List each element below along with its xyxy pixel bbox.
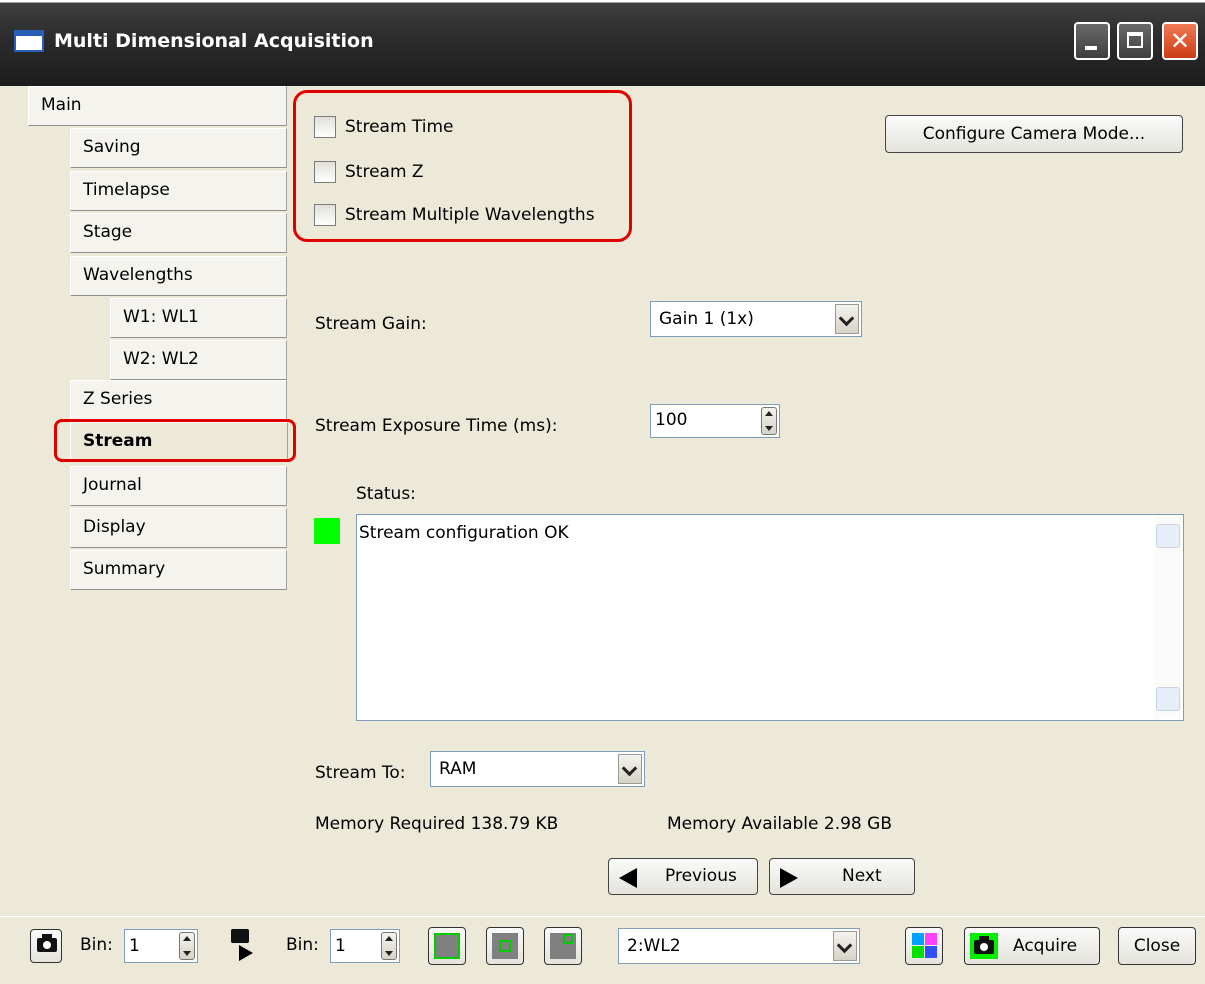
wavelength-value: 2:WL2 — [627, 936, 681, 956]
stream-gain-value: Gain 1 (1x) — [659, 309, 754, 329]
tab-label: W1: WL1 — [123, 307, 199, 327]
tab-label: Timelapse — [83, 180, 170, 200]
spinner-arrows-icon[interactable] — [761, 407, 777, 435]
memory-available: Memory Available 2.98 GB — [667, 814, 892, 834]
acquire-label: Acquire — [1013, 936, 1078, 956]
stream-multiple-wavelengths-checkbox[interactable] — [314, 204, 336, 226]
roi-box-icon — [563, 934, 573, 944]
stream-time-label: Stream Time — [345, 117, 454, 137]
bottom-toolbar: Bin: 1 Bin: 1 2:WL2 Acquire Close — [0, 916, 1205, 984]
next-button[interactable]: Next — [769, 858, 915, 895]
wavelength-select[interactable]: 2:WL2 — [618, 928, 860, 964]
close-window-button[interactable]: ✕ — [1162, 22, 1198, 60]
close-button[interactable]: Close — [1118, 927, 1196, 965]
tab-label: Z Series — [83, 389, 153, 409]
bin-value-2: 1 — [335, 936, 346, 956]
tab-label: Wavelengths — [83, 265, 193, 285]
minimize-button[interactable] — [1074, 22, 1110, 60]
bin-label-2: Bin: — [286, 935, 319, 955]
tab-stage[interactable]: Stage — [70, 213, 287, 253]
stream-gain-label: Stream Gain: — [315, 314, 427, 334]
center-roi-button[interactable] — [486, 927, 524, 965]
spinner-arrows-icon[interactable] — [381, 932, 397, 960]
previous-button[interactable]: Previous — [608, 858, 758, 895]
tab-w1-wl1[interactable]: W1: WL1 — [110, 298, 287, 338]
stream-time-checkbox[interactable] — [314, 116, 336, 138]
arrow-right-icon — [780, 868, 798, 888]
camera-icon — [37, 934, 57, 952]
stream-z-label: Stream Z — [345, 162, 424, 182]
scroll-up-icon[interactable] — [1156, 524, 1180, 548]
tab-w2-wl2[interactable]: W2: WL2 — [110, 340, 287, 380]
tab-label: Main — [41, 95, 82, 115]
stream-to-label: Stream To: — [315, 763, 406, 783]
status-text: Stream configuration OK — [359, 523, 569, 543]
stream-to-value: RAM — [439, 759, 477, 779]
previous-label: Previous — [665, 866, 737, 886]
tab-timelapse[interactable]: Timelapse — [70, 171, 287, 211]
configure-camera-mode-button[interactable]: Configure Camera Mode... — [885, 115, 1183, 153]
tab-label: Saving — [83, 137, 141, 157]
stream-tab-highlight — [54, 419, 296, 462]
color-overlay-button[interactable] — [905, 927, 943, 965]
status-scrollbar[interactable] — [1154, 516, 1182, 719]
status-textbox[interactable]: Stream configuration OK — [356, 514, 1184, 721]
acquisition-window: Multi Dimensional Acquisition ✕ Main Sav… — [0, 0, 1205, 984]
tab-saving[interactable]: Saving — [70, 128, 287, 168]
chevron-down-icon[interactable] — [833, 931, 857, 961]
chevron-down-icon[interactable] — [618, 754, 642, 784]
bin-value-1: 1 — [129, 936, 140, 956]
play-icon — [239, 945, 253, 961]
scroll-down-icon[interactable] — [1156, 687, 1180, 711]
close-icon: ✕ — [1169, 27, 1191, 55]
tab-journal[interactable]: Journal — [70, 466, 287, 506]
arrow-left-icon — [619, 868, 637, 888]
next-label: Next — [842, 866, 882, 886]
corner-roi-button[interactable] — [544, 927, 582, 965]
stream-exposure-value: 100 — [655, 410, 688, 430]
tab-label: Journal — [83, 475, 142, 495]
stream-gain-select[interactable]: Gain 1 (1x) — [650, 301, 862, 337]
memory-required: Memory Required 138.79 KB — [315, 814, 559, 834]
tab-z-series[interactable]: Z Series — [70, 380, 287, 420]
stream-to-select[interactable]: RAM — [430, 751, 645, 787]
window-title: Multi Dimensional Acquisition — [54, 30, 374, 52]
tab-label: Summary — [83, 559, 166, 579]
snap-camera-button[interactable] — [30, 929, 62, 963]
roi-box-icon — [499, 940, 511, 952]
bin-input-1[interactable]: 1 — [124, 929, 198, 963]
title-bar[interactable]: Multi Dimensional Acquisition ✕ — [0, 0, 1205, 86]
full-frame-icon — [434, 933, 460, 959]
tab-main[interactable]: Main — [28, 86, 287, 126]
maximize-button[interactable] — [1117, 22, 1153, 60]
tab-label: Stage — [83, 222, 133, 242]
live-stream-button[interactable] — [227, 927, 263, 965]
acquire-camera-icon — [970, 933, 998, 959]
stream-multiple-wavelengths-label: Stream Multiple Wavelengths — [345, 205, 595, 225]
app-window-icon — [14, 30, 44, 52]
status-indicator — [314, 518, 340, 544]
bin-label-1: Bin: — [80, 935, 113, 955]
tab-summary[interactable]: Summary — [70, 550, 287, 590]
acquire-button[interactable]: Acquire — [964, 927, 1100, 965]
window-body: Main Saving Timelapse Stage Wavelengths … — [0, 86, 1205, 984]
stream-camera-icon — [231, 929, 249, 943]
tab-label: Display — [83, 517, 146, 537]
stream-z-checkbox[interactable] — [314, 161, 336, 183]
status-label: Status: — [356, 484, 416, 504]
color-grid-icon — [912, 933, 938, 959]
tab-label: W2: WL2 — [123, 349, 199, 369]
stream-exposure-input[interactable]: 100 — [650, 404, 780, 438]
full-roi-button[interactable] — [428, 927, 466, 965]
tab-wavelengths[interactable]: Wavelengths — [70, 256, 287, 296]
chevron-down-icon[interactable] — [835, 304, 859, 334]
bin-input-2[interactable]: 1 — [330, 929, 400, 963]
spinner-arrows-icon[interactable] — [179, 932, 195, 960]
tab-display[interactable]: Display — [70, 508, 287, 548]
stream-exposure-label: Stream Exposure Time (ms): — [315, 416, 558, 436]
